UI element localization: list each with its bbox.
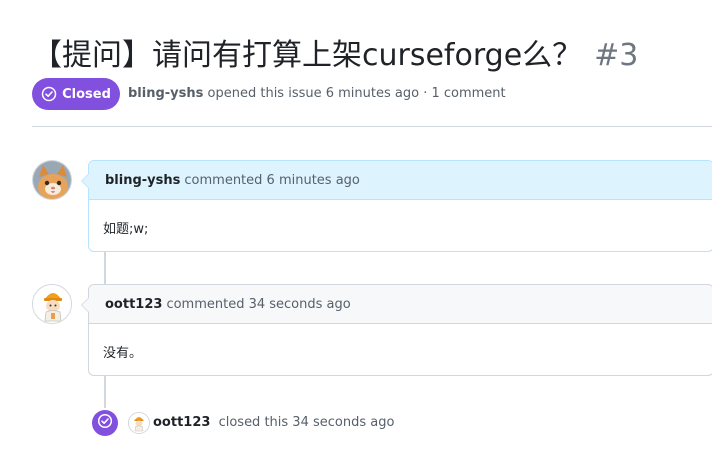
issue-author-link[interactable]: bling-yshs	[128, 86, 203, 101]
comment-body: 没有。	[103, 346, 143, 361]
closed-event-badge	[92, 410, 118, 436]
header-divider	[32, 126, 712, 127]
comment-header: oott123 commented 34 seconds ago	[89, 285, 712, 324]
comment-body: 如题;w;	[103, 222, 149, 237]
comment-author-link[interactable]: oott123	[105, 297, 162, 312]
check-circle-icon	[41, 86, 57, 102]
cartoon-worker-avatar-icon[interactable]	[128, 412, 150, 434]
comment-header: bling-yshs commented 6 minutes ago	[89, 161, 712, 200]
cartoon-worker-avatar-icon[interactable]	[32, 284, 72, 324]
issue-state-label: Closed	[62, 86, 111, 102]
check-circle-icon	[97, 413, 113, 433]
comment-timestamp[interactable]: commented 34 seconds ago	[166, 297, 350, 312]
cat-avatar-icon[interactable]	[32, 160, 72, 200]
event-author-link[interactable]: oott123	[153, 415, 210, 430]
closed-event-text: oott123 closed this 34 seconds ago	[153, 415, 394, 430]
event-action-text[interactable]: closed this 34 seconds ago	[219, 415, 395, 430]
issue-meta: bling-yshs opened this issue 6 minutes a…	[128, 86, 506, 101]
issue-title: 【提问】请问有打算上架curseforge么？	[32, 38, 583, 73]
comment-card: oott123 commented 34 seconds ago 没有。	[81, 284, 712, 376]
comment-card: bling-yshs commented 6 minutes ago 如题;w;	[81, 160, 712, 252]
issue-meta-text: opened this issue 6 minutes ago · 1 comm…	[207, 86, 506, 101]
comment-timestamp[interactable]: commented 6 minutes ago	[184, 173, 359, 188]
issue-title-row: 【提问】请问有打算上架curseforge么？ #3	[32, 30, 638, 74]
issue-state-badge: Closed	[32, 78, 120, 110]
comment-author-link[interactable]: bling-yshs	[105, 173, 180, 188]
issue-number: #3	[594, 38, 639, 73]
